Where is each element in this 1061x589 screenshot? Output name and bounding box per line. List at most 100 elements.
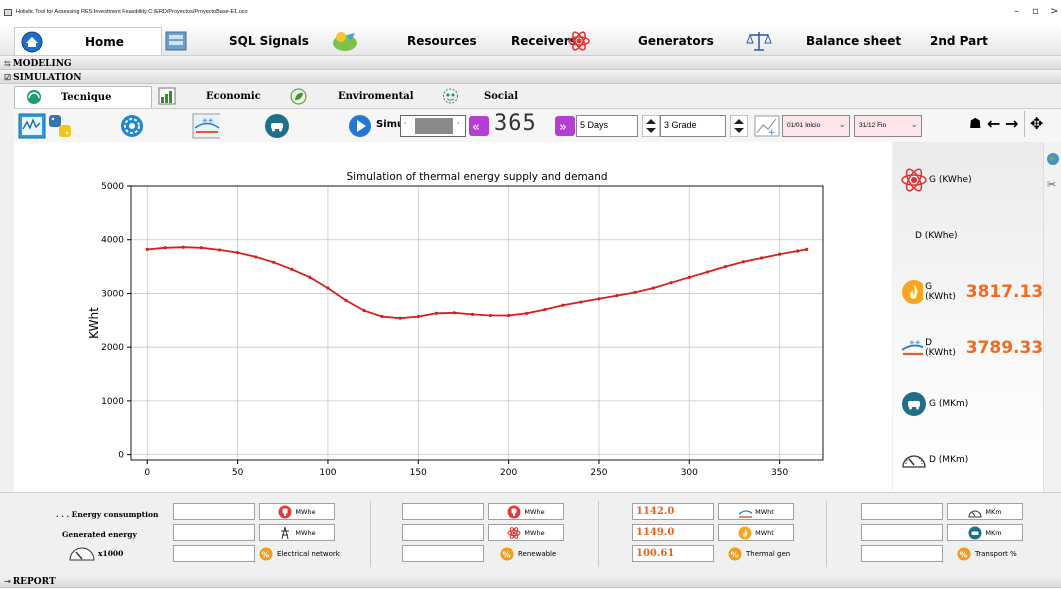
legend-g-kwhe: G (KWhe) — [901, 165, 972, 195]
climate-icon[interactable]: ✳✳ — [192, 113, 220, 139]
legend-g-mkm-label: G (MKm) — [929, 399, 969, 409]
legend-g-kwht-label: G (KWht) — [925, 282, 956, 302]
renew-percent-field[interactable] — [402, 545, 484, 562]
percent-icon: % — [500, 547, 514, 560]
forward-arrow-icon[interactable]: → — [1005, 114, 1018, 133]
tab-generators[interactable]: Generators — [620, 27, 740, 55]
home-nav-icon[interactable]: ☗ — [969, 116, 982, 132]
rewind-icon[interactable]: « — [468, 115, 490, 137]
data-point — [651, 286, 655, 290]
data-point — [543, 307, 547, 312]
electrical-network-link[interactable]: % Electrical network — [259, 545, 340, 562]
gear-icon[interactable] — [118, 113, 146, 139]
signal-icon[interactable] — [18, 113, 46, 139]
transport-consumption-unit[interactable]: MKm — [947, 503, 1023, 520]
add-chart-icon[interactable]: + — [754, 115, 780, 137]
thermal-consumption-field[interactable]: 1142.0 — [632, 503, 714, 520]
legend-g-kwhe-label: G (KWhe) — [929, 175, 972, 185]
data-point — [705, 270, 709, 274]
elec-consumption-unit[interactable]: MWhe — [259, 503, 335, 520]
simul-button[interactable]: Simul — [348, 114, 408, 138]
data-point — [217, 248, 222, 252]
tab-home-label: Home — [85, 34, 124, 49]
data-point — [308, 275, 312, 279]
thermal-consumption-unit[interactable]: MWht — [718, 503, 794, 520]
end-date-value: 31/12 Fin — [859, 122, 887, 129]
tab-second-label: 2nd Part — [930, 34, 988, 48]
tab-receivers[interactable]: Receivers — [500, 27, 590, 55]
section-report-label: REPORT — [12, 577, 56, 587]
svg-text:%: % — [262, 550, 270, 559]
section-modeling[interactable]: ⇆ MODELING — [0, 56, 1061, 70]
thermal-generated-field[interactable]: 1149.0 — [632, 524, 714, 541]
tab-tecnique[interactable]: Tecnique — [14, 86, 152, 108]
percent-icon: % — [728, 547, 742, 560]
thermal-gen-link[interactable]: % Thermal gen — [728, 545, 790, 562]
elec-generated-field[interactable] — [173, 524, 255, 541]
data-point — [416, 314, 420, 319]
tab-tecnique-label: Tecnique — [61, 92, 112, 103]
scale-icon — [746, 32, 772, 51]
legend-g-kwht: G (KWht) 3817.13 — [901, 277, 1043, 307]
pan-icon[interactable]: ✥ — [1030, 114, 1043, 133]
days-spinner-icon[interactable] — [642, 115, 660, 137]
tab-sql-signals[interactable]: SQL Signals — [163, 27, 313, 55]
section-simulation[interactable]: ☑ SIMULATION — [0, 70, 1061, 84]
tab-balance-sheet[interactable]: Balance sheet — [744, 27, 914, 55]
renew-consumption-field[interactable] — [402, 503, 484, 520]
start-date-select[interactable]: 01/01 Inicio ⌄ — [782, 115, 850, 137]
gauge-icon — [27, 90, 41, 104]
data-point — [398, 316, 402, 320]
close-button[interactable]: > — [1050, 6, 1058, 17]
series-line — [147, 246, 807, 320]
section-modeling-label: MODELING — [12, 59, 72, 69]
thermal-percent-field[interactable]: 100.61 — [632, 545, 714, 562]
electrical-network-label: Electrical network — [277, 549, 340, 558]
elec-percent-field[interactable] — [173, 545, 255, 562]
legend-d-kwht: ✳✳ D (KWht) 3789.33 — [901, 333, 1043, 363]
days-select[interactable]: 5 Days — [576, 115, 638, 137]
climate-icon — [738, 509, 753, 518]
minimize-button[interactable]: – — [1014, 6, 1019, 17]
window-title: Holistic Tool for Assessing RES Investme… — [16, 9, 248, 15]
tab-economic[interactable]: Economic — [156, 86, 284, 108]
transport-link[interactable]: % Transport % — [957, 545, 1017, 562]
elec-consumption-field[interactable] — [173, 503, 255, 520]
python-icon[interactable] — [46, 113, 74, 139]
transport-consumption-field[interactable] — [861, 503, 943, 520]
data-point — [199, 246, 204, 250]
elec-generated-unit[interactable]: MWhe — [259, 524, 335, 541]
data-point — [561, 303, 565, 307]
data-point — [525, 311, 529, 315]
transport-percent-field[interactable] — [861, 545, 943, 562]
energy-consumption-label: . . . Energy consumption — [56, 510, 159, 519]
tab-second-part[interactable]: 2nd Part — [918, 27, 1008, 55]
transport-generated-field[interactable] — [861, 524, 943, 541]
transport-generated-unit[interactable]: MKm — [947, 524, 1023, 541]
renew-generated-field[interactable] — [402, 524, 484, 541]
svg-text:✳✳: ✳✳ — [909, 339, 921, 347]
renew-consumption-unit[interactable]: MWhe — [488, 503, 564, 520]
grade-spinner-icon[interactable] — [730, 115, 748, 137]
speed-slider[interactable]: · · — [400, 115, 466, 137]
thermal-generated-unit[interactable]: MWht — [718, 524, 794, 541]
end-date-select[interactable]: 31/12 Fin ⌄ — [854, 115, 922, 137]
chevron-down-icon: ⌄ — [910, 119, 918, 129]
tab-resources[interactable]: Resources — [333, 27, 477, 55]
tab-social[interactable]: Social — [420, 86, 548, 108]
tab-enviromental[interactable]: Enviromental — [288, 86, 416, 108]
car-icon — [968, 526, 982, 539]
car-icon[interactable] — [264, 113, 292, 139]
back-arrow-icon[interactable]: ← — [987, 114, 1000, 133]
forward-icon[interactable]: » — [554, 115, 576, 137]
grade-select[interactable]: 3 Grade — [660, 115, 726, 137]
renew-generated-unit[interactable]: MWhe — [488, 524, 564, 541]
tab-home[interactable]: Home — [14, 27, 162, 55]
maximize-button[interactable]: ▫ — [1032, 6, 1039, 17]
section-report[interactable]: ⇥ REPORT — [0, 574, 1061, 588]
transport-generated-unit-label: MKm — [985, 528, 1002, 537]
renewable-link[interactable]: % Renewable — [500, 545, 556, 562]
tools-icon[interactable]: ✂ — [1047, 178, 1056, 191]
globe-icon[interactable] — [1046, 152, 1060, 166]
svg-text:+: + — [768, 128, 776, 137]
